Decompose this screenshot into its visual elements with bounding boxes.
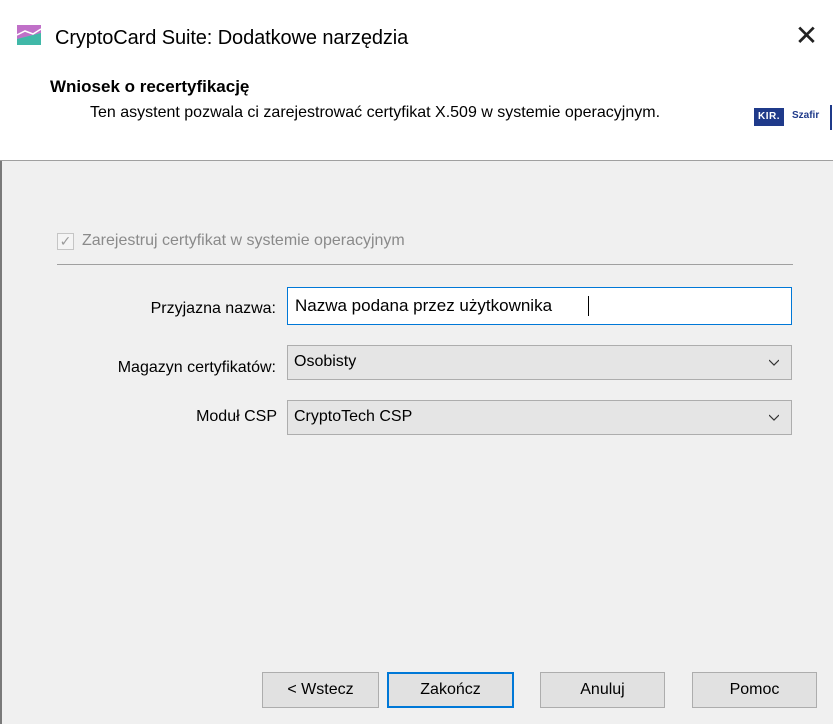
csp-module-label: Moduł CSP xyxy=(196,408,277,425)
register-checkbox-label[interactable]: Zarejestruj certyfikat w systemie operac… xyxy=(82,232,405,250)
window-title: CryptoCard Suite: Dodatkowe narzędzia xyxy=(55,27,409,49)
cert-store-value[interactable]: Osobisty xyxy=(294,353,356,371)
chevron-down-icon[interactable] xyxy=(769,357,779,367)
csp-module-value[interactable]: CryptoTech CSP xyxy=(294,408,412,426)
friendly-name-label: Przyjazna nazwa: xyxy=(150,300,276,317)
logo-divider xyxy=(830,105,832,130)
close-button[interactable]: ✕ xyxy=(780,14,833,58)
help-button[interactable]: Pomoc xyxy=(692,672,817,708)
kir-szafir-logo: KIR. Szafir xyxy=(754,105,833,130)
back-button[interactable]: < Wstecz xyxy=(262,672,379,708)
cert-store-label: Magazyn certyfikatów: xyxy=(117,359,276,376)
window-left-border xyxy=(0,161,2,724)
text-caret xyxy=(588,296,589,316)
chevron-down-icon[interactable] xyxy=(769,412,779,422)
csp-module-select[interactable]: CryptoTech CSP xyxy=(287,400,792,435)
wizard-header: Wniosek o recertyfikację Ten asystent po… xyxy=(0,76,833,161)
cancel-button[interactable]: Anuluj xyxy=(540,672,665,708)
title-bar: CryptoCard Suite: Dodatkowe narzędzia ✕ xyxy=(0,0,833,76)
section-divider xyxy=(57,264,793,265)
cert-store-select[interactable]: Osobisty xyxy=(287,345,792,380)
cryptocard-app-icon xyxy=(17,25,41,45)
finish-button[interactable]: Zakończ xyxy=(387,672,514,708)
page-title: Wniosek o recertyfikację xyxy=(50,77,250,96)
szafir-logo-text: Szafir xyxy=(792,110,820,121)
page-description: Ten asystent pozwala ci zarejestrować ce… xyxy=(90,104,661,121)
kir-logo-mark: KIR. xyxy=(754,108,784,126)
register-checkbox[interactable]: ✓ xyxy=(57,233,74,250)
close-icon[interactable]: ✕ xyxy=(795,20,818,51)
friendly-name-input[interactable] xyxy=(287,287,792,325)
